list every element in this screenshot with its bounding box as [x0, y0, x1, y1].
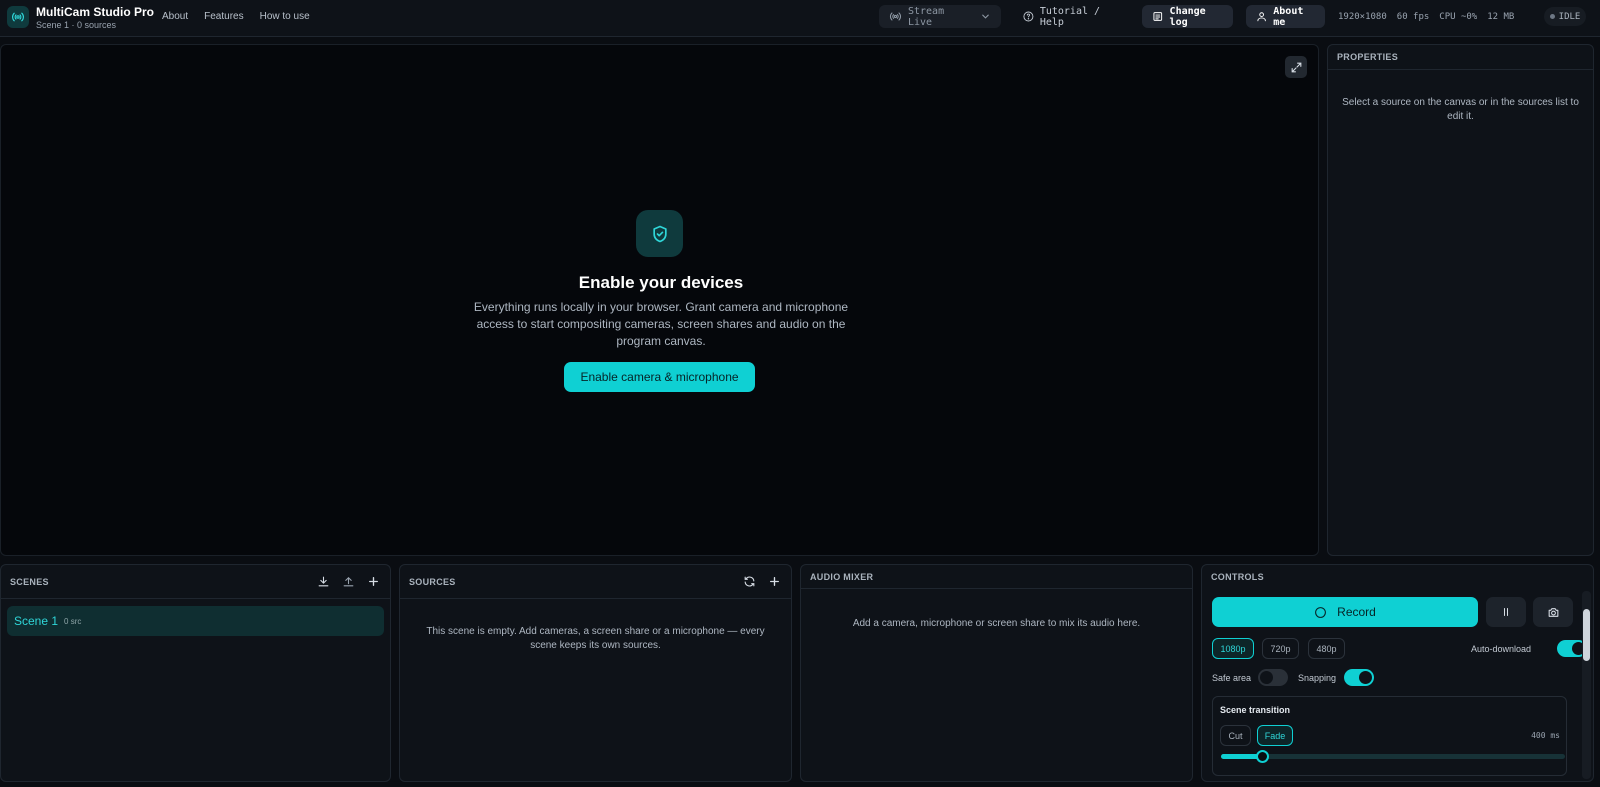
scene-source-count: 0 src	[64, 616, 82, 626]
scene-name: Scene 1	[14, 614, 59, 628]
change-log-label: Change log	[1169, 5, 1206, 28]
resolution-480p[interactable]: 480p	[1308, 638, 1345, 659]
snapping-label: Snapping	[1298, 673, 1337, 683]
tutorial-help-label: Tutorial / Help	[1039, 5, 1101, 28]
add-scene-icon[interactable]	[367, 575, 380, 588]
stream-live-label: Stream Live	[907, 5, 945, 28]
broadcast-logo-icon	[7, 6, 29, 28]
stat-memory: 12 MB	[1487, 12, 1515, 22]
status-badge: IDLE	[1544, 7, 1586, 26]
nav-features[interactable]: Features	[204, 11, 243, 22]
upload-icon[interactable]	[342, 575, 355, 588]
tutorial-help-button[interactable]: Tutorial / Help	[1013, 5, 1125, 28]
enable-devices-description: Everything runs locally in your browser.…	[473, 300, 849, 348]
scenes-heading: SCENES	[10, 576, 49, 587]
shield-check-icon	[636, 210, 683, 257]
add-source-icon[interactable]	[768, 575, 781, 588]
expand-icon	[1291, 62, 1301, 72]
enable-camera-microphone-button[interactable]: Enable camera & microphone	[564, 362, 755, 392]
controls-heading: CONTROLS	[1211, 572, 1264, 582]
sources-panel: SOURCES This scene is empty. Add cameras…	[399, 564, 792, 782]
camera-icon	[1548, 607, 1558, 617]
top-nav: About Features How to use	[162, 11, 310, 22]
download-icon[interactable]	[317, 575, 330, 588]
fullscreen-button[interactable]	[1285, 56, 1307, 78]
controls-panel: CONTROLS Record 1080p 720p 480p Auto-dow…	[1201, 564, 1594, 782]
status-label: IDLE	[1558, 11, 1581, 22]
transition-duration: 400 ms	[1531, 731, 1560, 740]
pause-button[interactable]	[1486, 597, 1526, 627]
scene-list-item[interactable]: Scene 1 0 src	[7, 606, 384, 636]
audio-empty-message: Add a camera, microphone or screen share…	[852, 618, 1141, 629]
slider-thumb[interactable]	[1256, 750, 1270, 763]
newspaper-icon	[1153, 12, 1163, 21]
properties-heading: PROPERTIES	[1328, 45, 1593, 70]
scenes-panel: SCENES Scene 1 0 src	[0, 564, 391, 782]
change-log-button[interactable]: Change log	[1142, 5, 1233, 28]
auto-download-label: Auto-download	[1471, 644, 1532, 654]
resolution-720p[interactable]: 720p	[1262, 638, 1299, 659]
record-button[interactable]: Record	[1212, 597, 1478, 627]
resolution-1080p[interactable]: 1080p	[1212, 638, 1254, 659]
about-me-label: About me	[1273, 5, 1304, 28]
transition-fade[interactable]: Fade	[1257, 725, 1293, 746]
nav-about[interactable]: About	[162, 11, 188, 22]
controls-scrollbar[interactable]	[1582, 591, 1591, 779]
pause-icon	[1504, 608, 1508, 616]
stat-cpu: CPU ~0%	[1439, 12, 1478, 22]
properties-empty-message: Select a source on the canvas or in the …	[1342, 97, 1579, 122]
user-icon	[1257, 12, 1266, 22]
stats-readout: 1920×1080 60 fps CPU ~0% 12 MB	[1338, 12, 1514, 22]
sources-heading: SOURCES	[409, 576, 456, 587]
help-circle-icon	[1023, 11, 1034, 22]
enable-devices-title: Enable your devices	[578, 273, 744, 292]
stat-fps: 60 fps	[1396, 12, 1430, 22]
about-me-button[interactable]: About me	[1246, 5, 1325, 28]
scene-transition-heading: Scene transition	[1220, 705, 1291, 715]
snapping-toggle[interactable]	[1344, 669, 1374, 686]
scrollbar-thumb[interactable]	[1583, 609, 1590, 661]
refresh-icon[interactable]	[743, 575, 756, 588]
stat-resolution: 1920×1080	[1338, 12, 1387, 22]
safe-area-toggle[interactable]	[1258, 669, 1288, 686]
audio-mixer-heading: AUDIO MIXER	[810, 571, 874, 582]
record-circle-icon	[1315, 606, 1327, 618]
broadcast-icon	[889, 12, 901, 21]
transition-cut[interactable]: Cut	[1220, 725, 1251, 746]
status-dot-icon	[1549, 14, 1555, 19]
app-title: MultiCam Studio Pro	[36, 5, 154, 19]
stream-live-button[interactable]: Stream Live	[879, 5, 1001, 28]
snapshot-button[interactable]	[1533, 597, 1573, 627]
top-bar: MultiCam Studio Pro Scene 1 · 0 sources …	[0, 0, 1600, 37]
app-subtitle: Scene 1 · 0 sources	[36, 20, 117, 30]
safe-area-label: Safe area	[1212, 673, 1252, 683]
brand: MultiCam Studio Pro Scene 1 · 0 sources	[36, 5, 154, 30]
program-canvas[interactable]: Enable your devices Everything runs loca…	[0, 44, 1319, 556]
transition-duration-slider[interactable]	[1221, 750, 1565, 763]
properties-panel: PROPERTIES Select a source on the canvas…	[1327, 44, 1594, 556]
record-label: Record	[1337, 605, 1376, 619]
chevron-down-icon	[982, 14, 989, 19]
scene-transition-section: Scene transition Cut Fade 400 ms	[1212, 696, 1567, 776]
audio-mixer-panel: AUDIO MIXER Add a camera, microphone or …	[800, 564, 1193, 782]
sources-empty-message: This scene is empty. Add cameras, a scre…	[426, 626, 765, 651]
nav-how-to-use[interactable]: How to use	[260, 11, 310, 22]
